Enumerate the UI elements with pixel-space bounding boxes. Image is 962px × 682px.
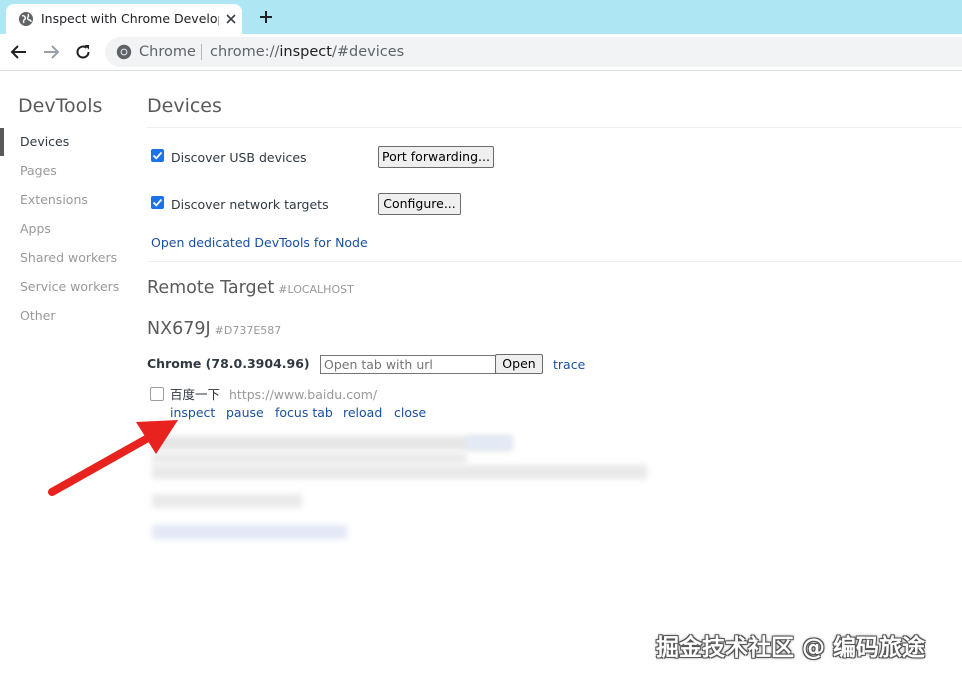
pause-link[interactable]: pause	[226, 405, 264, 421]
target-title: 百度一下	[170, 387, 221, 402]
discover-usb-checkbox[interactable]	[151, 149, 164, 162]
discover-network-label: Discover network targets	[171, 197, 329, 212]
focus-tab-link[interactable]: focus tab	[275, 405, 333, 421]
new-tab-icon[interactable]	[258, 9, 274, 25]
tab-title: Inspect with Chrome Developer Tools	[41, 11, 219, 26]
sidebar-item-apps[interactable]: Apps	[0, 217, 130, 246]
sidebar-title: DevTools	[18, 95, 103, 117]
open-button[interactable]: Open	[495, 354, 543, 374]
remote-target-tag: #LOCALHOST	[278, 283, 354, 296]
discover-usb-label: Discover USB devices	[171, 150, 307, 165]
omnibox-chip: Chrome	[139, 44, 196, 60]
checkmark-icon	[152, 151, 163, 160]
target-favicon-placeholder	[150, 387, 164, 401]
section-divider	[147, 261, 962, 262]
sidebar-item-other[interactable]: Other	[0, 304, 130, 333]
device-id: #D737E587	[214, 324, 282, 337]
address-bar[interactable]: Chrome chrome://inspect/#devices	[105, 37, 962, 67]
sidebar-item-extensions[interactable]: Extensions	[0, 188, 130, 217]
open-tab-url-input[interactable]	[320, 355, 496, 374]
watermark: 掘金技术社区 @ 编码旅途	[656, 635, 926, 661]
back-arrow-icon[interactable]	[10, 43, 28, 61]
sidebar-item-devices[interactable]: Devices	[0, 128, 130, 159]
omnibox-divider	[201, 44, 202, 60]
reload-link[interactable]: reload	[343, 405, 382, 421]
port-forwarding-button[interactable]: Port forwarding...	[378, 146, 494, 168]
header-divider	[147, 127, 962, 128]
remote-target-heading: Remote Target #LOCALHOST	[147, 278, 354, 298]
url-text: chrome://inspect/#devices	[210, 44, 405, 60]
forward-arrow-icon[interactable]	[42, 43, 60, 61]
close-link[interactable]: close	[394, 405, 426, 421]
configure-button[interactable]: Configure...	[378, 193, 461, 215]
close-icon[interactable]	[225, 13, 237, 25]
sidebar-item-service-workers[interactable]: Service workers	[0, 275, 130, 304]
tab-strip: Inspect with Chrome Developer Tools	[0, 0, 962, 34]
browser-tab[interactable]: Inspect with Chrome Developer Tools	[6, 4, 242, 34]
page-title: Devices	[147, 95, 222, 117]
discover-network-checkbox[interactable]	[151, 196, 164, 209]
checkmark-icon	[152, 198, 163, 207]
open-node-devtools-link[interactable]: Open dedicated DevTools for Node	[151, 235, 368, 251]
trace-link[interactable]: trace	[553, 357, 585, 373]
globe-icon	[19, 12, 33, 26]
browser-toolbar: Chrome chrome://inspect/#devices	[0, 34, 962, 71]
chrome-icon	[116, 44, 132, 60]
browser-name: Chrome (78.0.3904.96)	[147, 356, 310, 371]
reload-icon[interactable]	[74, 43, 92, 61]
red-arrow-annotation	[48, 420, 178, 496]
device-heading: NX679J #D737E587	[147, 319, 282, 339]
sidebar-nav: Devices Pages Extensions Apps Shared wor…	[0, 128, 130, 333]
sidebar-item-shared-workers[interactable]: Shared workers	[0, 246, 130, 275]
sidebar-item-pages[interactable]: Pages	[0, 159, 130, 188]
target-url: https://www.baidu.com/	[229, 387, 378, 402]
